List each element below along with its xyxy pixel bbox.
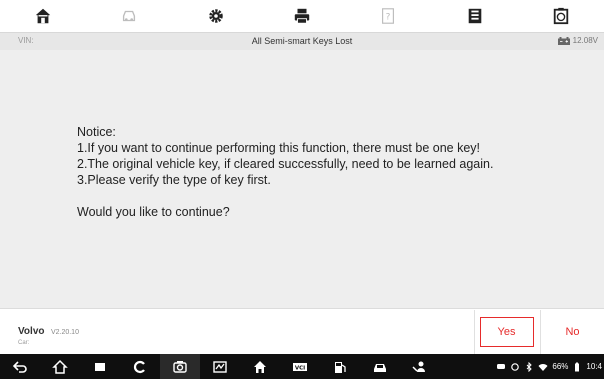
help-icon: ? (382, 8, 395, 24)
app-home-button[interactable] (240, 354, 280, 379)
android-home-icon (52, 359, 68, 374)
vci-manager-icon: VCI (293, 362, 307, 371)
clock: 10:4 (586, 362, 602, 371)
notice-line-3: 3.Please verify the type of key first. (77, 173, 271, 187)
save-button[interactable] (431, 0, 517, 32)
vci-icon (213, 360, 227, 373)
back-icon (12, 360, 27, 373)
save-icon (468, 8, 481, 24)
continue-question: Would you like to continue? (77, 205, 230, 219)
notice-heading: Notice: (77, 125, 116, 139)
notice-line-2: 2.The original vehicle key, if cleared s… (77, 157, 494, 171)
app-home-icon (254, 360, 266, 373)
car-icon (374, 363, 386, 372)
settings-button[interactable] (173, 0, 259, 32)
data-logging-icon (553, 7, 569, 25)
shop-manager-button[interactable] (400, 354, 440, 379)
notice-line-1: 1.If you want to continue performing thi… (77, 141, 481, 155)
data-logging-button[interactable] (518, 0, 604, 32)
vehicle-button[interactable] (360, 354, 400, 379)
svg-text:VCI: VCI (295, 365, 305, 371)
print-icon (294, 8, 310, 24)
screenshot-button[interactable] (160, 354, 200, 379)
software-version: V2.20.10 (50, 329, 79, 336)
yes-button-label: Yes (497, 326, 516, 338)
back-button[interactable] (0, 354, 40, 379)
fuel-pump-icon (335, 361, 346, 373)
camera-icon (173, 360, 187, 373)
yes-button[interactable]: Yes (474, 310, 538, 354)
info-bar: VIN: All Semi-smart Keys Lost 12.08V (0, 32, 604, 50)
sync-icon (511, 362, 520, 371)
top-toolbar: ? (0, 0, 604, 32)
vehicle-swap-icon (123, 10, 136, 22)
vehicle-info: Volvo V2.20.10 Car: (18, 321, 79, 346)
wifi-icon (538, 363, 548, 371)
user-tools-icon (412, 361, 425, 372)
vehicle-make: Volvo (18, 326, 45, 337)
home-icon (35, 8, 51, 24)
car-label: Car: (18, 340, 30, 346)
yes-button-frame[interactable]: Yes (479, 317, 534, 347)
home-button[interactable] (0, 0, 86, 32)
svg-text:?: ? (386, 13, 391, 23)
battery-percent: 66% (552, 362, 569, 371)
vci-button[interactable] (200, 354, 240, 379)
bottom-bar: Volvo V2.20.10 Car: Yes No (0, 308, 604, 355)
refresh-button[interactable] (120, 354, 160, 379)
fuel-button[interactable] (320, 354, 360, 379)
car-battery-icon (557, 36, 570, 45)
status-bar: 66% 10:4 (496, 354, 602, 379)
help-button[interactable]: ? (345, 0, 431, 32)
settings-gear-icon (208, 9, 223, 23)
recents-icon (95, 362, 105, 371)
vci-manager-button[interactable]: VCI (280, 354, 320, 379)
message-area: Notice: 1.If you want to continue perfor… (0, 50, 604, 308)
vehicle-swap-button[interactable] (86, 0, 172, 32)
no-button[interactable]: No (540, 310, 604, 354)
home-nav-button[interactable] (40, 354, 80, 379)
print-button[interactable] (259, 0, 345, 32)
notice-message: Notice: 1.If you want to continue perfor… (77, 124, 587, 220)
no-button-label: No (565, 326, 580, 338)
bluetooth-icon (527, 361, 533, 372)
recents-button[interactable] (80, 354, 120, 379)
message-icon (497, 363, 506, 369)
voltage-value: 12.08V (572, 36, 598, 45)
system-nav-bar: VCI 66% 10:4 (0, 354, 604, 379)
battery-icon (575, 362, 580, 371)
refresh-icon (133, 360, 145, 373)
page-title: All Semi-smart Keys Lost (251, 36, 353, 46)
battery-voltage: 12.08V (557, 36, 598, 45)
